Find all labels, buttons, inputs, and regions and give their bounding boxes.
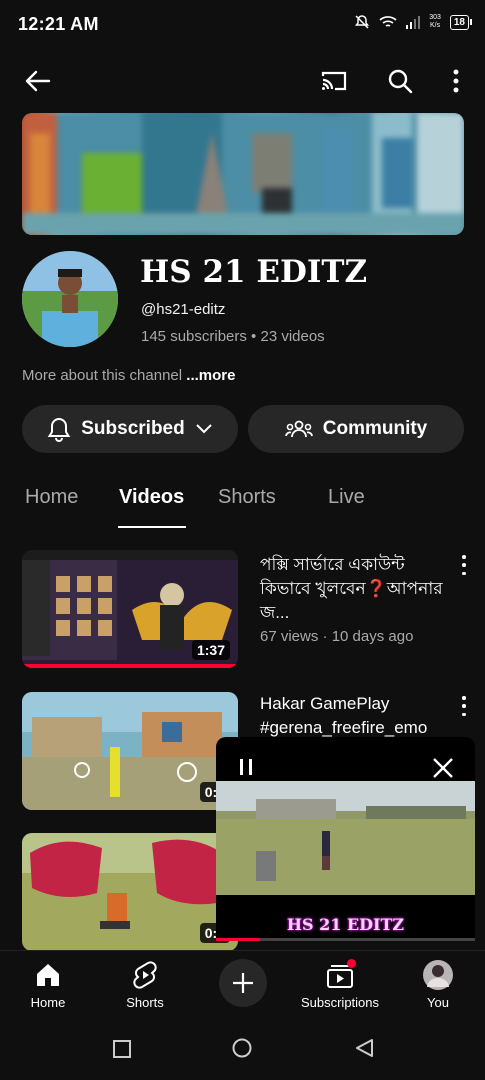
video-menu-button[interactable]: [461, 696, 467, 716]
more-link[interactable]: ...more: [186, 367, 235, 384]
miniplayer-video: [216, 781, 475, 895]
system-back-button[interactable]: [354, 1038, 374, 1063]
wifi-icon: [379, 16, 397, 27]
video-title[interactable]: Hakar GamePlay #gerena_freefire_emo: [260, 692, 456, 740]
status-bar: 12:21 AM 303 K/s 18: [0, 0, 485, 50]
video-menu-button[interactable]: [461, 555, 467, 575]
recents-button[interactable]: [113, 1040, 131, 1063]
more-vert-icon: [453, 69, 459, 93]
subscribed-label: Subscribed: [81, 418, 185, 439]
miniplayer-progress: [216, 938, 475, 941]
close-miniplayer-button[interactable]: [432, 757, 454, 784]
status-icons: 303 K/s 18: [354, 14, 473, 30]
nav-subscriptions-label: Subscriptions: [300, 995, 380, 1010]
community-icon: [284, 420, 313, 438]
pause-icon: [240, 759, 252, 775]
cast-icon: [321, 71, 347, 91]
video-meta: 67 views · 10 days ago: [260, 628, 414, 645]
nav-you[interactable]: You: [393, 959, 483, 1010]
nav-shorts-label: Shorts: [126, 995, 164, 1010]
nav-you-label: You: [427, 995, 449, 1010]
clock: 12:21 AM: [18, 14, 99, 34]
about-text: More about this channel: [22, 367, 183, 384]
nav-subscriptions[interactable]: Subscriptions: [295, 959, 385, 1010]
notification-dot: [347, 959, 356, 968]
net-speed: 303 K/s: [429, 14, 441, 29]
video-thumbnail[interactable]: 0:3: [22, 692, 238, 810]
banner-image: [22, 113, 464, 235]
subscribed-button[interactable]: Subscribed: [22, 405, 238, 453]
watched-progress-bar: [22, 664, 238, 668]
chevron-down-icon: [196, 424, 212, 434]
avatar-image: [22, 251, 118, 347]
plus-icon: [233, 973, 253, 993]
community-label: Community: [322, 418, 428, 439]
video-thumbnail[interactable]: 0:3: [22, 833, 238, 951]
top-app-bar: [0, 52, 485, 108]
miniplayer[interactable]: HS 21 EDITZ: [216, 737, 475, 941]
bell-icon: [47, 417, 71, 442]
nav-home-label: Home: [30, 995, 66, 1010]
channel-stats: 145 subscribers • 23 videos: [141, 328, 325, 345]
miniplayer-progress-fill: [216, 938, 261, 941]
video-frame: [216, 781, 475, 895]
tab-live[interactable]: Live: [328, 486, 365, 509]
create-button[interactable]: [219, 959, 267, 1007]
more-options-button[interactable]: [436, 61, 476, 101]
tab-videos[interactable]: Videos: [119, 486, 184, 509]
nav-home[interactable]: Home: [3, 959, 93, 1010]
signal-icon: [406, 16, 421, 29]
community-button[interactable]: Community: [248, 405, 464, 453]
tab-home[interactable]: Home: [25, 486, 78, 509]
profile-avatar-icon: [423, 960, 453, 990]
channel-avatar[interactable]: [22, 251, 118, 347]
pause-button[interactable]: [238, 757, 254, 782]
search-button[interactable]: [380, 61, 420, 101]
back-arrow-icon: [25, 70, 51, 92]
square-icon: [113, 1040, 131, 1058]
system-navigation-bar: [0, 1022, 485, 1080]
triangle-back-icon: [356, 1039, 373, 1057]
home-icon: [37, 964, 59, 986]
search-icon: [388, 69, 413, 94]
mute-icon: [355, 15, 370, 29]
home-system-button[interactable]: [232, 1038, 252, 1063]
video-title[interactable]: পক্সি সার্ভারে একাউন্ট কিভাবে খুলবেন❓আপন…: [260, 553, 456, 625]
cast-button[interactable]: [314, 61, 354, 101]
battery-indicator: 18: [449, 14, 473, 30]
shorts-icon: [133, 961, 157, 989]
channel-name: HS 21 EDITZ: [140, 254, 368, 290]
circle-icon: [232, 1038, 252, 1058]
miniplayer-watermark: HS 21 EDITZ: [286, 915, 405, 934]
close-icon: [433, 758, 453, 778]
channel-handle: @hs21-editz: [141, 301, 226, 318]
channel-tabs: Home Videos Shorts Live: [0, 470, 485, 530]
tab-shorts[interactable]: Shorts: [218, 486, 276, 509]
video-thumbnail[interactable]: 1:37: [22, 550, 238, 668]
back-button[interactable]: [18, 61, 58, 101]
video-duration: 1:37: [191, 640, 230, 660]
nav-shorts[interactable]: Shorts: [100, 959, 190, 1010]
active-tab-indicator: [118, 526, 186, 528]
channel-about-link[interactable]: More about this channel ...more: [22, 367, 235, 384]
channel-banner: [22, 113, 464, 235]
